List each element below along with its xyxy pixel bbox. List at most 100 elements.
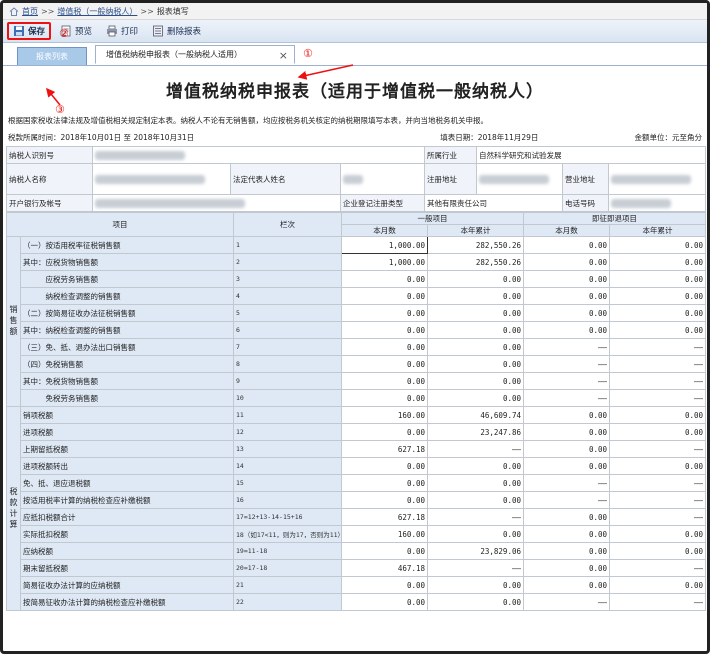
refund-year-value[interactable]: 0.00 — [609, 236, 706, 254]
general-year-value[interactable]: —— — [427, 508, 524, 526]
refund-month-value[interactable]: 0.00 — [523, 559, 610, 577]
general-year-value[interactable]: 0.00 — [427, 491, 524, 509]
refund-year-value[interactable]: 0.00 — [609, 304, 706, 322]
general-month-value[interactable]: 1,000.00 — [341, 253, 428, 271]
general-month-value[interactable]: 0.00 — [341, 457, 428, 475]
refund-month-value[interactable]: 0.00 — [523, 508, 610, 526]
general-year-value[interactable]: —— — [427, 440, 524, 458]
refund-month-value[interactable]: 0.00 — [523, 270, 610, 288]
general-month-value[interactable]: 0.00 — [341, 423, 428, 441]
refund-year-value[interactable]: —— — [609, 440, 706, 458]
refund-month-value[interactable]: 0.00 — [523, 440, 610, 458]
refund-month-value[interactable]: —— — [523, 593, 610, 611]
refund-year-value[interactable]: 0.00 — [609, 576, 706, 594]
refund-year-value[interactable]: —— — [609, 355, 706, 373]
general-month-value[interactable]: 0.00 — [341, 338, 428, 356]
refund-month-value[interactable]: 0.00 — [523, 304, 610, 322]
general-month-value[interactable]: 0.00 — [341, 270, 428, 288]
general-month-value[interactable]: 0.00 — [341, 389, 428, 407]
refund-year-value[interactable]: 0.00 — [609, 457, 706, 475]
general-year-value[interactable]: 282,550.26 — [427, 253, 524, 271]
general-month-value[interactable]: 160.00 — [341, 406, 428, 424]
general-month-value[interactable]: 0.00 — [341, 287, 428, 305]
general-year-value[interactable]: 23,247.86 — [427, 423, 524, 441]
refund-year-value[interactable]: 0.00 — [609, 525, 706, 543]
refund-year-value[interactable]: 0.00 — [609, 406, 706, 424]
breadcrumb-vat[interactable]: 增值税（一般纳税人） — [57, 6, 137, 17]
refund-month-value[interactable]: 0.00 — [523, 253, 610, 271]
refund-month-value[interactable]: —— — [523, 389, 610, 407]
general-year-value[interactable]: 0.00 — [427, 593, 524, 611]
refund-year-value[interactable]: —— — [609, 593, 706, 611]
table-row: 进项税额转出 14 0.00 0.00 0.00 0.00 — [7, 457, 706, 475]
refund-month-value[interactable]: —— — [523, 474, 610, 492]
refund-year-value[interactable]: 0.00 — [609, 321, 706, 339]
refund-month-value[interactable]: 0.00 — [523, 406, 610, 424]
general-month-value[interactable]: 627.18 — [341, 440, 428, 458]
general-year-value[interactable]: 0.00 — [427, 287, 524, 305]
row-label: 简易征收办法计算的应纳税额 — [20, 576, 234, 594]
general-year-value[interactable]: 0.00 — [427, 457, 524, 475]
general-month-value[interactable]: 0.00 — [341, 576, 428, 594]
refund-month-value[interactable]: —— — [523, 491, 610, 509]
general-month-value[interactable]: 160.00 — [341, 525, 428, 543]
refund-month-value[interactable]: 0.00 — [523, 321, 610, 339]
tab-report-list[interactable]: 报表列表 — [17, 47, 87, 65]
general-year-value[interactable]: 23,829.06 — [427, 542, 524, 560]
general-year-value[interactable]: 0.00 — [427, 321, 524, 339]
general-month-value[interactable]: 0.00 — [341, 491, 428, 509]
general-month-value[interactable]: 1,000.00 — [341, 236, 428, 254]
delete-report-button[interactable]: 删除报表 — [147, 23, 206, 39]
general-month-value[interactable]: 0.00 — [341, 593, 428, 611]
breadcrumb-home[interactable]: 首页 — [22, 6, 38, 17]
row-label: 免税劳务销售额 — [20, 389, 234, 407]
general-year-value[interactable]: 0.00 — [427, 355, 524, 373]
refund-year-value[interactable]: —— — [609, 389, 706, 407]
refund-year-value[interactable]: 0.00 — [609, 253, 706, 271]
refund-year-value[interactable]: 0.00 — [609, 270, 706, 288]
general-year-value[interactable]: 0.00 — [427, 474, 524, 492]
general-month-value[interactable]: 0.00 — [341, 304, 428, 322]
refund-month-value[interactable]: 0.00 — [523, 457, 610, 475]
general-month-value[interactable]: 0.00 — [341, 474, 428, 492]
general-year-value[interactable]: 282,550.26 — [427, 236, 524, 254]
refund-month-value[interactable]: 0.00 — [523, 542, 610, 560]
refund-year-value[interactable]: 0.00 — [609, 542, 706, 560]
general-year-value[interactable]: 0.00 — [427, 576, 524, 594]
refund-year-value[interactable]: —— — [609, 338, 706, 356]
general-month-value[interactable]: 467.18 — [341, 559, 428, 577]
refund-month-value[interactable]: 0.00 — [523, 576, 610, 594]
general-month-value[interactable]: 0.00 — [341, 355, 428, 373]
row-line-no: 18（如17<11，则为17，否则为11） — [233, 525, 342, 543]
refund-month-value[interactable]: —— — [523, 338, 610, 356]
general-year-value[interactable]: 46,609.74 — [427, 406, 524, 424]
general-month-value[interactable]: 0.00 — [341, 372, 428, 390]
general-month-value[interactable]: 0.00 — [341, 321, 428, 339]
general-year-value[interactable]: 0.00 — [427, 372, 524, 390]
general-year-value[interactable]: 0.00 — [427, 389, 524, 407]
refund-month-value[interactable]: 0.00 — [523, 236, 610, 254]
general-month-value[interactable]: 627.18 — [341, 508, 428, 526]
general-year-value[interactable]: 0.00 — [427, 338, 524, 356]
close-icon[interactable]: × — [279, 49, 288, 62]
refund-month-value[interactable]: 0.00 — [523, 525, 610, 543]
print-button[interactable]: 打印 — [101, 23, 143, 39]
refund-year-value[interactable]: —— — [609, 372, 706, 390]
tab-vat-return[interactable]: 增值税纳税申报表（一般纳税人适用） × — [95, 45, 295, 64]
refund-month-value[interactable]: —— — [523, 372, 610, 390]
general-year-value[interactable]: 0.00 — [427, 304, 524, 322]
refund-month-value[interactable]: 0.00 — [523, 423, 610, 441]
general-year-value[interactable]: 0.00 — [427, 525, 524, 543]
save-button[interactable]: 保存 — [7, 22, 52, 40]
refund-year-value[interactable]: —— — [609, 508, 706, 526]
general-year-value[interactable]: —— — [427, 559, 524, 577]
general-year-value[interactable]: 0.00 — [427, 270, 524, 288]
refund-month-value[interactable]: 0.00 — [523, 287, 610, 305]
refund-year-value[interactable]: 0.00 — [609, 287, 706, 305]
refund-year-value[interactable]: —— — [609, 491, 706, 509]
refund-year-value[interactable]: —— — [609, 559, 706, 577]
general-month-value[interactable]: 0.00 — [341, 542, 428, 560]
refund-month-value[interactable]: —— — [523, 355, 610, 373]
refund-year-value[interactable]: 0.00 — [609, 423, 706, 441]
refund-year-value[interactable]: —— — [609, 474, 706, 492]
